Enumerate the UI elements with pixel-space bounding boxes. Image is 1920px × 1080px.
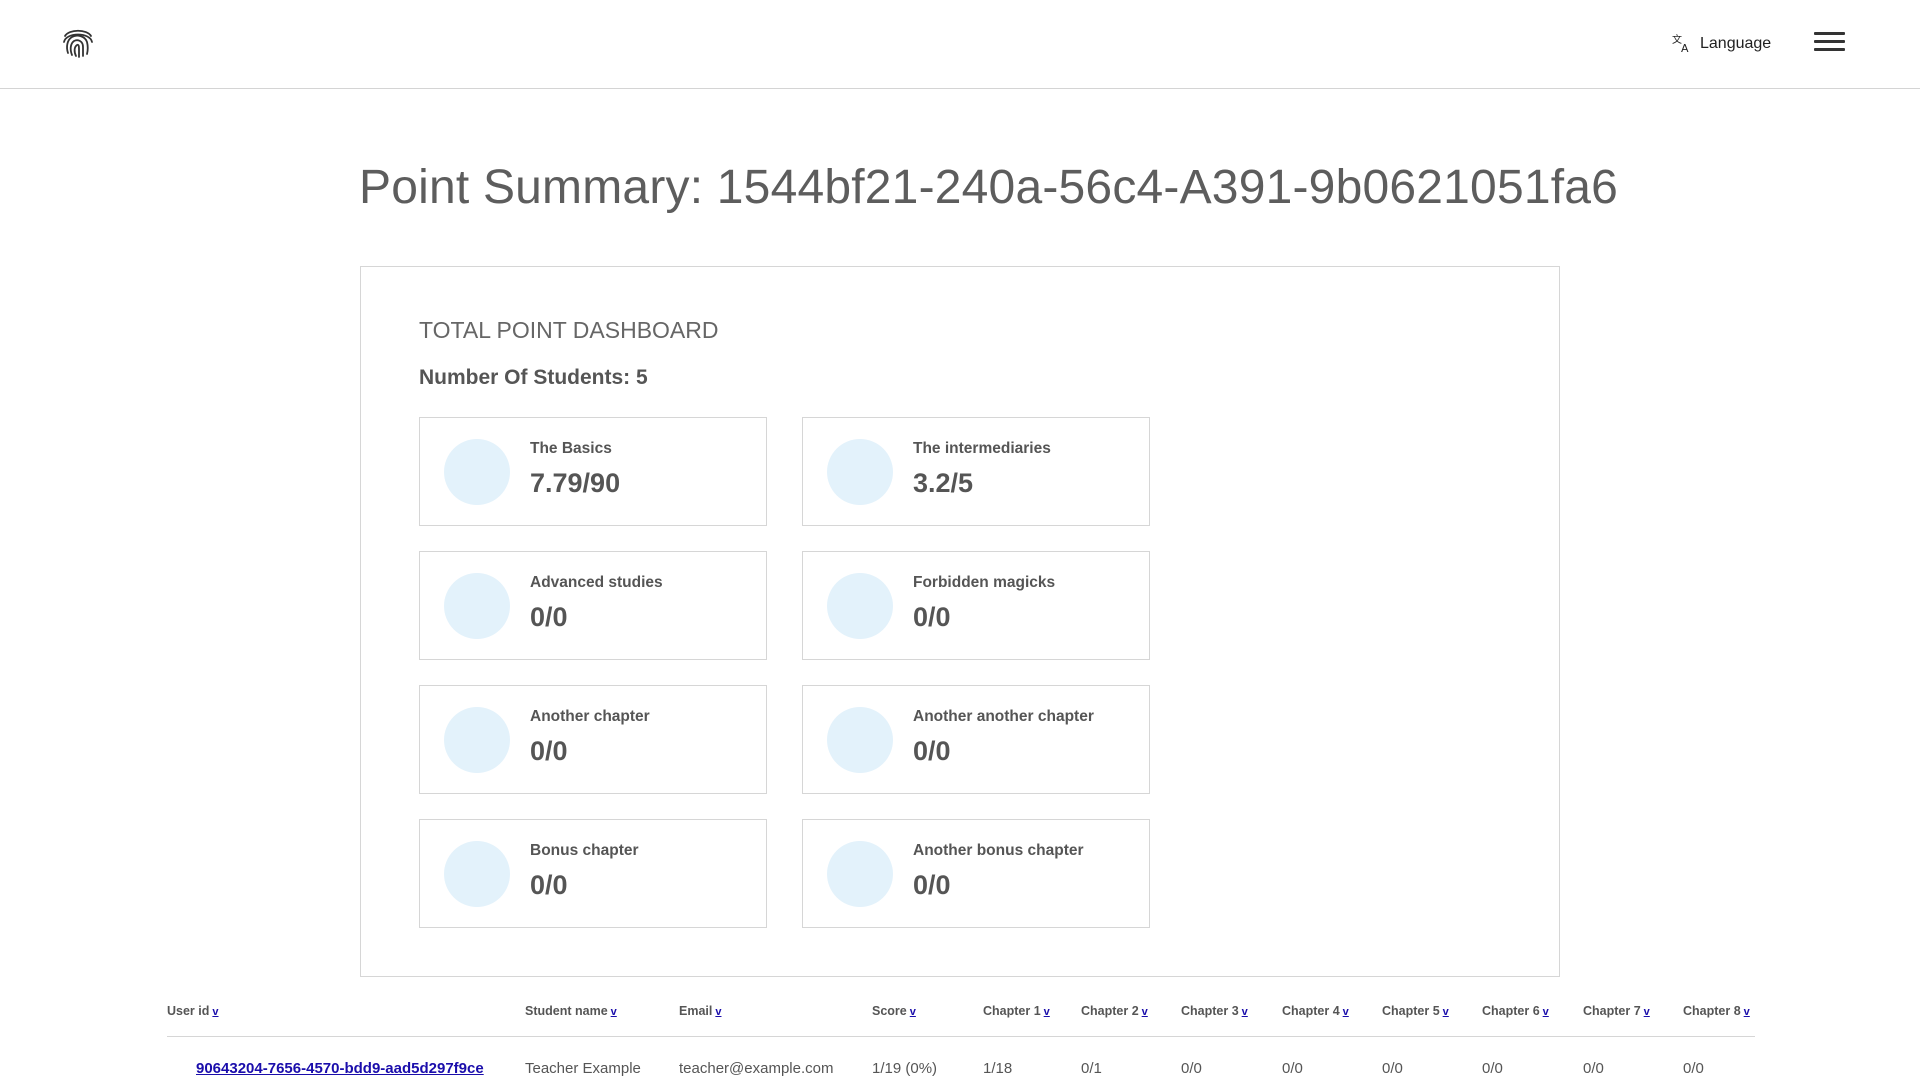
column-header-student-name: Student name v <box>525 1004 617 1018</box>
chapter-progress-circle <box>827 707 893 773</box>
user-id-link[interactable]: 90643204-7656-4570-bdd9-aad5d297f9ce <box>196 1060 484 1077</box>
chapter-score: 0/0 <box>530 602 568 632</box>
dashboard-title: TOTAL POINT DASHBOARD <box>419 317 719 343</box>
chapter-score: 0/0 <box>913 736 951 766</box>
chapter-name: Forbidden magicks <box>913 574 1056 591</box>
chapter-score: 0/0 <box>530 736 568 766</box>
chapter-score: 7.79/90 <box>530 468 621 498</box>
chapter-progress-circle <box>444 707 510 773</box>
chapter-card: Advanced studies 0/0 <box>419 551 767 660</box>
chapter-5-cell: 0/0 <box>1382 1060 1403 1077</box>
chapter-name: Another bonus chapter <box>913 842 1084 859</box>
chapter-score: 3.2/5 <box>913 468 974 498</box>
chapter-progress-circle <box>827 439 893 505</box>
chapter-3-cell: 0/0 <box>1181 1060 1202 1077</box>
hamburger-menu-icon[interactable] <box>1814 32 1846 54</box>
chapter-name: Advanced studies <box>530 574 663 591</box>
fingerprint-icon[interactable] <box>60 26 96 58</box>
language-label: Language <box>1700 35 1772 52</box>
sort-email-icon[interactable]: v <box>715 1006 721 1018</box>
chapter-card: Another another chapter 0/0 <box>802 685 1150 794</box>
sort-chapter-8-icon[interactable]: v <box>1744 1006 1750 1018</box>
column-header-chapter-2: Chapter 2v <box>1081 1004 1148 1018</box>
table-row: 90643204-7656-4570-bdd9-aad5d297f9ce Tea… <box>167 1054 1755 1080</box>
chapter-2-cell: 0/1 <box>1081 1060 1102 1077</box>
column-header-user-id: User id v <box>167 1004 219 1018</box>
sort-chapter-2-icon[interactable]: v <box>1142 1006 1148 1018</box>
students-count: Number Of Students: 5 <box>419 366 648 389</box>
chapter-8-cell: 0/0 <box>1683 1060 1704 1077</box>
column-header-chapter-1: Chapter 1v <box>983 1004 1050 1018</box>
chapter-card: Another chapter 0/0 <box>419 685 767 794</box>
students-table-header: User id v Student name v Email v Score v Cha… <box>167 1004 1755 1037</box>
chapter-progress-circle <box>444 841 510 907</box>
chapter-progress-circle <box>444 573 510 639</box>
column-header-chapter-5: Chapter 5v <box>1382 1004 1449 1018</box>
sort-chapter-5-icon[interactable]: v <box>1443 1006 1449 1018</box>
total-point-dashboard: TOTAL POINT DASHBOARD Number Of Students… <box>360 266 1560 977</box>
svg-text:A: A <box>1681 42 1689 55</box>
translate-icon: 文 A <box>1672 33 1689 55</box>
chapter-4-cell: 0/0 <box>1282 1060 1303 1077</box>
chapter-score: 0/0 <box>530 870 568 900</box>
sort-user-id-icon[interactable]: v <box>212 1006 218 1018</box>
chapter-6-cell: 0/0 <box>1482 1060 1503 1077</box>
chapter-card: Forbidden magicks 0/0 <box>802 551 1150 660</box>
column-header-chapter-6: Chapter 6v <box>1482 1004 1549 1018</box>
chapter-card: The intermediaries 3.2/5 <box>802 417 1150 526</box>
top-navbar: 文 A Language <box>0 0 1920 89</box>
column-header-chapter-7: Chapter 7v <box>1583 1004 1650 1018</box>
sort-chapter-4-icon[interactable]: v <box>1343 1006 1349 1018</box>
score-cell: 1/19 (0%) <box>872 1060 938 1077</box>
column-header-chapter-4: Chapter 4v <box>1282 1004 1349 1018</box>
column-header-email: Email v <box>679 1004 722 1018</box>
chapter-card: Another bonus chapter 0/0 <box>802 819 1150 928</box>
chapter-card: The Basics 7.79/90 <box>419 417 767 526</box>
chapter-progress-circle <box>827 841 893 907</box>
sort-student-name-icon[interactable]: v <box>611 1006 617 1018</box>
chapter-7-cell: 0/0 <box>1583 1060 1604 1077</box>
chapter-name: The intermediaries <box>913 440 1051 457</box>
chapter-card: Bonus chapter 0/0 <box>419 819 767 928</box>
chapter-score: 0/0 <box>913 870 951 900</box>
column-header-score: Score v <box>872 1004 916 1018</box>
email-cell: teacher@example.com <box>679 1060 834 1077</box>
chapter-name: Another another chapter <box>913 708 1094 725</box>
sort-chapter-3-icon[interactable]: v <box>1242 1006 1248 1018</box>
student-name-cell: Teacher Example <box>525 1060 641 1077</box>
sort-chapter-7-icon[interactable]: v <box>1644 1006 1650 1018</box>
page-title: Point Summary: 1544bf21-240a-56c4-A391-9… <box>359 161 1619 214</box>
sort-chapter-6-icon[interactable]: v <box>1543 1006 1549 1018</box>
sort-score-icon[interactable]: v <box>910 1006 916 1018</box>
chapter-name: The Basics <box>530 440 612 457</box>
chapter-progress-circle <box>827 573 893 639</box>
language-selector[interactable]: 文 A Language <box>1672 30 1771 58</box>
chapter-1-cell: 1/18 <box>983 1060 1013 1077</box>
chapter-name: Bonus chapter <box>530 842 639 859</box>
chapter-name: Another chapter <box>530 708 650 725</box>
sort-chapter-1-icon[interactable]: v <box>1044 1006 1050 1018</box>
column-header-chapter-3: Chapter 3v <box>1181 1004 1248 1018</box>
chapter-progress-circle <box>444 439 510 505</box>
chapter-score: 0/0 <box>913 602 951 632</box>
column-header-chapter-8: Chapter 8v <box>1683 1004 1750 1018</box>
